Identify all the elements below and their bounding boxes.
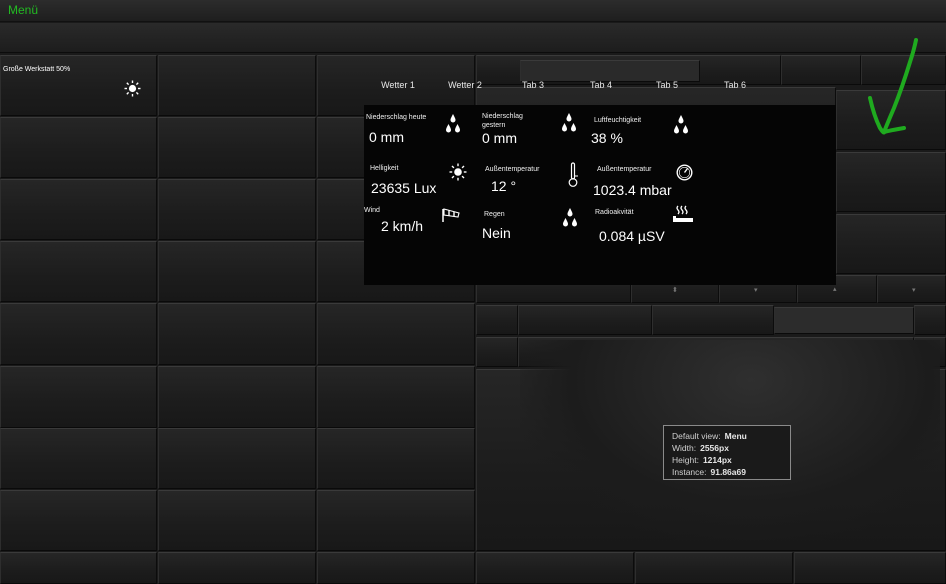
bottom-tile[interactable] xyxy=(158,552,316,584)
luftdruck-label: Außentemperatur xyxy=(597,166,652,173)
regen-value: Nein xyxy=(482,225,511,241)
aussentemperatur-label: Außentemperatur xyxy=(485,166,540,173)
tile[interactable] xyxy=(0,428,157,489)
sun-icon xyxy=(124,80,141,97)
tile[interactable] xyxy=(836,214,946,274)
tile[interactable] xyxy=(0,490,157,551)
niederschlag-heute-value: 0 mm xyxy=(369,129,404,145)
tile[interactable] xyxy=(317,428,475,489)
luftfeuchtigkeit-label: Luftfeuchtigkeit xyxy=(594,117,642,124)
tile[interactable] xyxy=(317,366,475,428)
luftfeuchtigkeit-value: 38 % xyxy=(591,130,623,146)
slider-track[interactable] xyxy=(774,307,914,334)
tile[interactable] xyxy=(0,117,157,178)
info-value: 91.86a69 xyxy=(710,467,746,477)
tab-wetter-2[interactable]: Wetter 2 xyxy=(432,72,498,105)
tab-6[interactable]: Tab 6 xyxy=(700,72,770,105)
radioaktivitaet-value: 0.084 µSV xyxy=(599,228,665,244)
tile[interactable] xyxy=(518,305,652,335)
chevron-down-icon: ▾ xyxy=(912,287,916,294)
tile[interactable] xyxy=(158,179,316,240)
radioaktivitaet-label: Radioakvität xyxy=(595,209,634,216)
tile[interactable] xyxy=(158,303,316,365)
wind-label: Wind xyxy=(364,207,380,214)
steam-icon xyxy=(672,204,694,231)
niederschlag-gestern-value: 0 mm xyxy=(482,130,517,146)
raindrops-icon xyxy=(445,113,461,140)
info-row: Height: 1214px xyxy=(672,454,782,466)
tile-label: Große Werkstatt 50% xyxy=(3,66,71,73)
tab-4[interactable]: Tab 4 xyxy=(568,72,634,105)
thermometer-icon xyxy=(567,162,579,193)
chevron-updown-icon: ⬍ xyxy=(672,287,678,294)
aussentemperatur-value: 12 ° xyxy=(491,178,517,192)
menu-link[interactable]: Menü xyxy=(8,3,38,17)
tile[interactable] xyxy=(0,179,157,240)
chevron-up-icon: ▴ xyxy=(833,286,837,293)
sun-icon xyxy=(449,163,467,186)
niederschlag-heute-label: Niederschlag heute xyxy=(366,114,427,121)
tile[interactable] xyxy=(158,428,316,489)
tile[interactable] xyxy=(836,152,946,212)
weather-panel: Niederschlag heute 0 mm Niederschlag ges… xyxy=(364,105,836,285)
tab-wetter-1[interactable]: Wetter 1 xyxy=(364,72,432,107)
gauge-icon xyxy=(676,164,693,186)
toolbar-strip xyxy=(0,23,946,53)
wind-value: 2 km/h xyxy=(381,218,424,234)
info-value: Menu xyxy=(724,431,747,441)
tile[interactable] xyxy=(914,305,946,335)
tile[interactable] xyxy=(158,55,316,116)
tile[interactable] xyxy=(158,366,316,428)
info-box: Default view: Menu Width: 2556px Height: 12… xyxy=(663,425,791,480)
tile[interactable] xyxy=(0,366,157,428)
bottom-tile[interactable] xyxy=(317,552,475,584)
helligkeit-value: 23635 Lux xyxy=(371,180,437,196)
info-row: Width: 2556px xyxy=(672,442,782,454)
bottom-tile[interactable] xyxy=(476,552,634,584)
tile[interactable] xyxy=(317,490,475,551)
tab-5[interactable]: Tab 5 xyxy=(634,72,700,105)
raindrops-icon xyxy=(561,112,577,139)
helligkeit-label: Helligkeit xyxy=(370,165,399,172)
info-key: Height: xyxy=(672,455,699,465)
windsock-icon xyxy=(441,207,461,228)
info-key: Width: xyxy=(672,443,697,453)
bottom-tile[interactable] xyxy=(0,552,157,584)
tile[interactable] xyxy=(476,337,518,367)
bottom-tile[interactable] xyxy=(635,552,793,584)
tile[interactable] xyxy=(158,490,316,551)
tile[interactable] xyxy=(0,241,157,302)
bottom-tile[interactable] xyxy=(794,552,946,584)
top-bar xyxy=(0,0,946,22)
raindrops-icon xyxy=(562,207,578,234)
info-key: Default view: xyxy=(672,431,721,441)
annotation-arrow-icon xyxy=(862,36,922,146)
info-value: 2556px xyxy=(700,443,729,453)
chevron-down-icon: ▾ xyxy=(754,287,758,294)
tab-3[interactable]: Tab 3 xyxy=(498,72,568,105)
info-value: 1214px xyxy=(702,455,732,465)
tile[interactable] xyxy=(317,303,475,365)
luftdruck-value: 1023.4 mbar xyxy=(593,182,672,198)
info-key: Instance: xyxy=(672,467,707,477)
info-row: Default view: Menu xyxy=(672,430,782,442)
weather-tabs: Wetter 1 Wetter 2 Tab 3 Tab 4 Tab 5 Tab … xyxy=(364,72,836,107)
info-row: Instance: 91.86a69 xyxy=(672,466,782,478)
tile[interactable] xyxy=(0,303,157,365)
tile[interactable] xyxy=(158,241,316,302)
tile[interactable] xyxy=(158,117,316,178)
regen-label: Regen xyxy=(484,211,505,218)
raindrops-icon xyxy=(673,114,689,141)
tile[interactable] xyxy=(652,305,774,335)
tile[interactable] xyxy=(476,305,518,335)
niederschlag-gestern-label: Niederschlag gestern xyxy=(482,113,523,129)
